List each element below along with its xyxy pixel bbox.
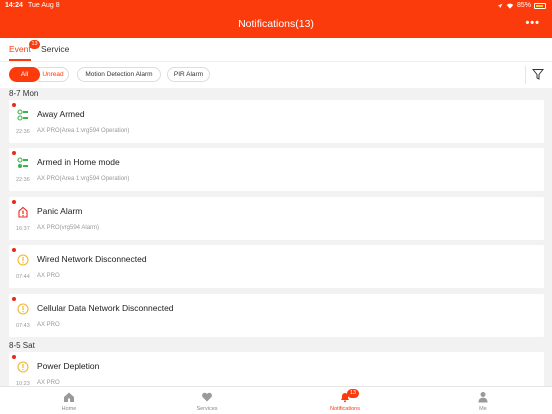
date-header: 8-7 Mon bbox=[9, 89, 39, 98]
warning-icon bbox=[17, 254, 29, 266]
unread-dot bbox=[12, 200, 16, 204]
battery-percent: 85% bbox=[516, 2, 531, 9]
status-time: 14:24 bbox=[5, 2, 23, 9]
nav-me[interactable]: Me bbox=[414, 387, 552, 414]
notification-source: AX PRO(Area 1:vrg594 Operation) bbox=[37, 128, 130, 134]
notification-card[interactable]: Armed in Home mode 22:36 AX PRO(Area 1:v… bbox=[9, 148, 544, 191]
status-bar: 14:24 Tue Aug 8 85% bbox=[0, 0, 552, 14]
status-date: Tue Aug 8 bbox=[28, 2, 60, 9]
filter-all[interactable]: All bbox=[9, 67, 40, 82]
notification-source: AX PRO(Area 1:vrg594 Operation) bbox=[37, 176, 130, 182]
home-armed-icon bbox=[17, 157, 28, 168]
nav-services-label: Services bbox=[196, 406, 218, 412]
notification-title: Power Depletion bbox=[37, 361, 100, 371]
notifications-count-badge: 13 bbox=[347, 389, 359, 398]
filter-pir-alarm[interactable]: PIR Alarm bbox=[167, 67, 210, 82]
panic-alarm-icon bbox=[18, 206, 28, 218]
warning-icon bbox=[17, 361, 29, 373]
notification-source: AX PRO bbox=[37, 322, 60, 328]
home-icon bbox=[64, 392, 74, 402]
filter-divider bbox=[525, 66, 526, 84]
nav-me-label: Me bbox=[479, 406, 487, 412]
unread-dot bbox=[12, 355, 16, 359]
filter-icon[interactable] bbox=[532, 68, 544, 80]
notification-card[interactable]: Panic Alarm 16:37 AX PRO(vrg594 Alarm) bbox=[9, 197, 544, 240]
notification-title: Panic Alarm bbox=[37, 206, 83, 216]
unread-dot bbox=[12, 248, 16, 252]
status-right: 85% bbox=[497, 2, 546, 9]
notification-card[interactable]: Wired Network Disconnected 07:44 AX PRO bbox=[9, 245, 544, 288]
notification-title: Cellular Data Network Disconnected bbox=[37, 303, 174, 313]
active-tab-indicator bbox=[9, 59, 31, 61]
wifi-icon bbox=[506, 3, 514, 9]
nav-home-label: Home bbox=[61, 406, 77, 412]
notification-card[interactable]: Cellular Data Network Disconnected 07:43… bbox=[9, 294, 544, 337]
nav-notifications[interactable]: 13 Notifications bbox=[276, 387, 414, 414]
nav-home[interactable]: Home bbox=[0, 387, 138, 414]
unread-dot bbox=[12, 151, 16, 155]
unread-dot bbox=[12, 103, 16, 107]
filter-bar: Unread All Motion Detection Alarm PIR Al… bbox=[0, 62, 552, 88]
date-header: 8-5 Sat bbox=[9, 341, 35, 350]
notification-time: 22:36 bbox=[16, 129, 30, 135]
notification-source: AX PRO(vrg594 Alarm) bbox=[37, 225, 100, 231]
event-count-badge: 13 bbox=[29, 40, 40, 49]
heart-icon bbox=[202, 392, 212, 402]
notification-time: 07:44 bbox=[16, 274, 30, 280]
notification-card[interactable]: Away Armed 22:36 AX PRO(Area 1:vrg594 Op… bbox=[9, 100, 544, 143]
tab-service[interactable]: Service bbox=[41, 44, 69, 54]
filter-motion-detection[interactable]: Motion Detection Alarm bbox=[77, 67, 161, 82]
more-options-icon[interactable]: ••• bbox=[525, 17, 540, 29]
notification-title: Wired Network Disconnected bbox=[37, 254, 147, 264]
notification-source: AX PRO bbox=[37, 273, 60, 279]
nav-services[interactable]: Services bbox=[138, 387, 276, 414]
tab-event[interactable]: Event bbox=[9, 44, 31, 54]
app-header: Notifications(13) ••• bbox=[0, 14, 552, 38]
filter-unread[interactable]: Unread bbox=[38, 67, 69, 82]
unread-dot bbox=[12, 297, 16, 301]
bottom-nav: Home Services 13 Notifications Me bbox=[0, 386, 552, 414]
warning-icon bbox=[17, 303, 29, 315]
nav-notifications-label: Notifications bbox=[330, 406, 360, 412]
away-armed-icon bbox=[17, 109, 28, 121]
tab-bar: Event 13 Service bbox=[0, 38, 552, 62]
page-title: Notifications(13) bbox=[238, 18, 314, 30]
battery-icon bbox=[534, 2, 546, 9]
notification-time: 22:36 bbox=[16, 177, 30, 183]
location-icon bbox=[497, 3, 503, 8]
notification-time: 07:43 bbox=[16, 323, 30, 329]
person-icon bbox=[478, 392, 488, 403]
notification-title: Away Armed bbox=[37, 109, 85, 119]
notification-time: 16:37 bbox=[16, 226, 30, 232]
notification-title: Armed in Home mode bbox=[37, 157, 120, 167]
